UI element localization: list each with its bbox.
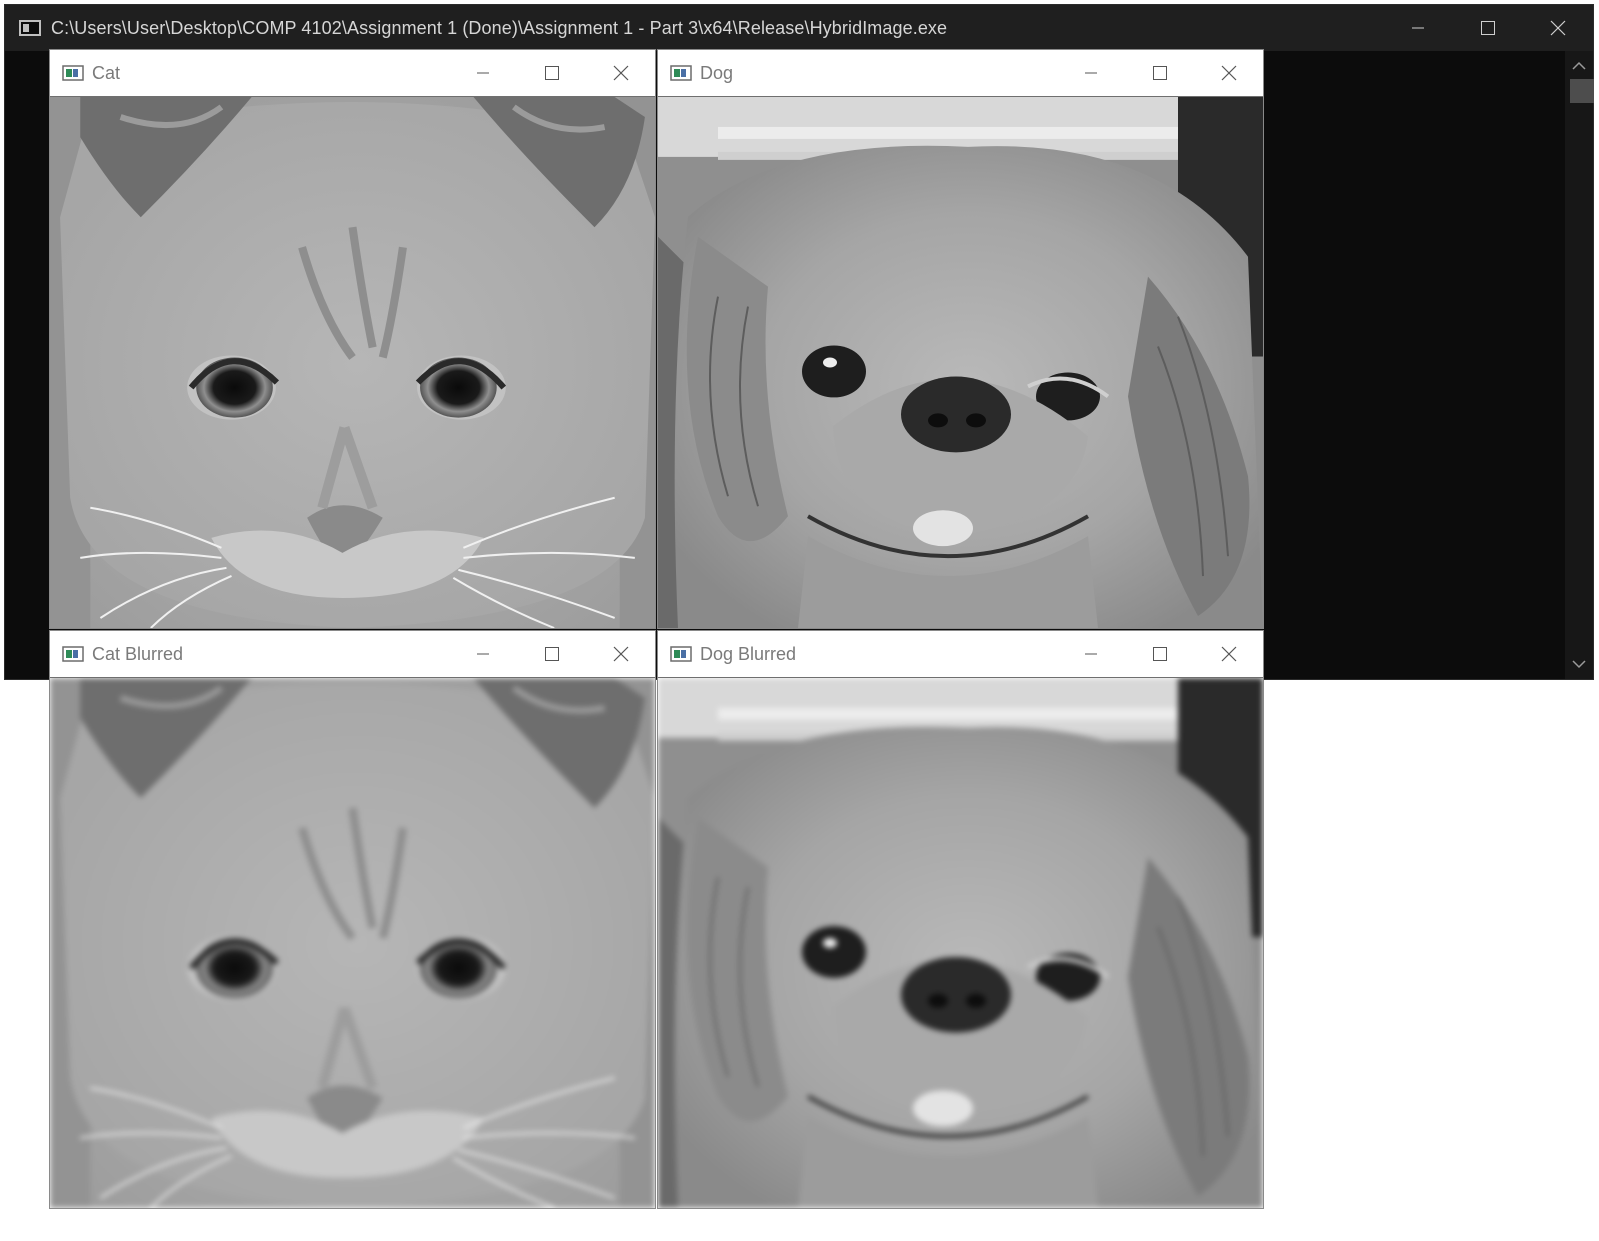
cat-window[interactable]: Cat <box>49 49 656 629</box>
dog-blurred-window[interactable]: Dog Blurred <box>657 630 1264 1209</box>
minimize-button[interactable] <box>1383 5 1453 51</box>
dog-blurred-image <box>658 677 1263 1208</box>
maximize-button[interactable] <box>517 50 586 96</box>
window-title: Cat Blurred <box>92 643 184 664</box>
minimize-button[interactable] <box>448 50 517 96</box>
maximize-icon <box>1152 66 1167 80</box>
close-button[interactable] <box>1194 631 1263 677</box>
window-titlebar[interactable]: Dog <box>658 50 1263 96</box>
close-icon <box>613 65 628 81</box>
close-button[interactable] <box>586 50 655 96</box>
minimize-button[interactable] <box>448 631 517 677</box>
close-icon <box>1221 646 1236 662</box>
dog-image <box>658 96 1263 628</box>
maximize-button[interactable] <box>1453 5 1523 51</box>
close-button[interactable] <box>1523 5 1593 51</box>
maximize-button[interactable] <box>517 631 586 677</box>
minimize-button[interactable] <box>1056 631 1125 677</box>
maximize-icon <box>1152 647 1167 661</box>
close-button[interactable] <box>586 631 655 677</box>
maximize-button[interactable] <box>1125 50 1194 96</box>
console-app-icon <box>19 20 41 36</box>
minimize-icon <box>1412 27 1424 29</box>
console-title: C:\Users\User\Desktop\COMP 4102\Assignme… <box>51 17 948 38</box>
minimize-icon <box>476 72 489 74</box>
minimize-icon <box>476 653 489 655</box>
app-window-icon <box>670 646 692 662</box>
window-titlebar[interactable]: Cat <box>50 50 655 96</box>
console-titlebar[interactable]: C:\Users\User\Desktop\COMP 4102\Assignme… <box>5 5 1593 51</box>
window-title: Dog Blurred <box>700 643 797 664</box>
vertical-scrollbar[interactable] <box>1565 51 1594 679</box>
window-titlebar[interactable]: Dog Blurred <box>658 631 1263 677</box>
window-title: Dog <box>700 62 734 83</box>
window-title: Cat <box>92 62 121 83</box>
scroll-down-icon[interactable] <box>1572 659 1586 669</box>
maximize-icon <box>1481 21 1495 35</box>
minimize-icon <box>1084 72 1097 74</box>
scroll-up-icon[interactable] <box>1572 61 1586 71</box>
cat-image <box>50 96 655 628</box>
window-titlebar[interactable]: Cat Blurred <box>50 631 655 677</box>
maximize-icon <box>544 66 559 80</box>
minimize-button[interactable] <box>1056 50 1125 96</box>
close-icon <box>1550 20 1566 36</box>
close-icon <box>613 646 628 662</box>
close-button[interactable] <box>1194 50 1263 96</box>
cat-blurred-image <box>50 677 655 1208</box>
cat-blurred-window[interactable]: Cat Blurred <box>49 630 656 1209</box>
maximize-icon <box>544 647 559 661</box>
app-window-icon <box>62 646 84 662</box>
close-icon <box>1221 65 1236 81</box>
maximize-button[interactable] <box>1125 631 1194 677</box>
dog-window[interactable]: Dog <box>657 49 1264 629</box>
app-window-icon <box>62 65 84 81</box>
minimize-icon <box>1084 653 1097 655</box>
scroll-thumb[interactable] <box>1570 79 1594 103</box>
app-window-icon <box>670 65 692 81</box>
